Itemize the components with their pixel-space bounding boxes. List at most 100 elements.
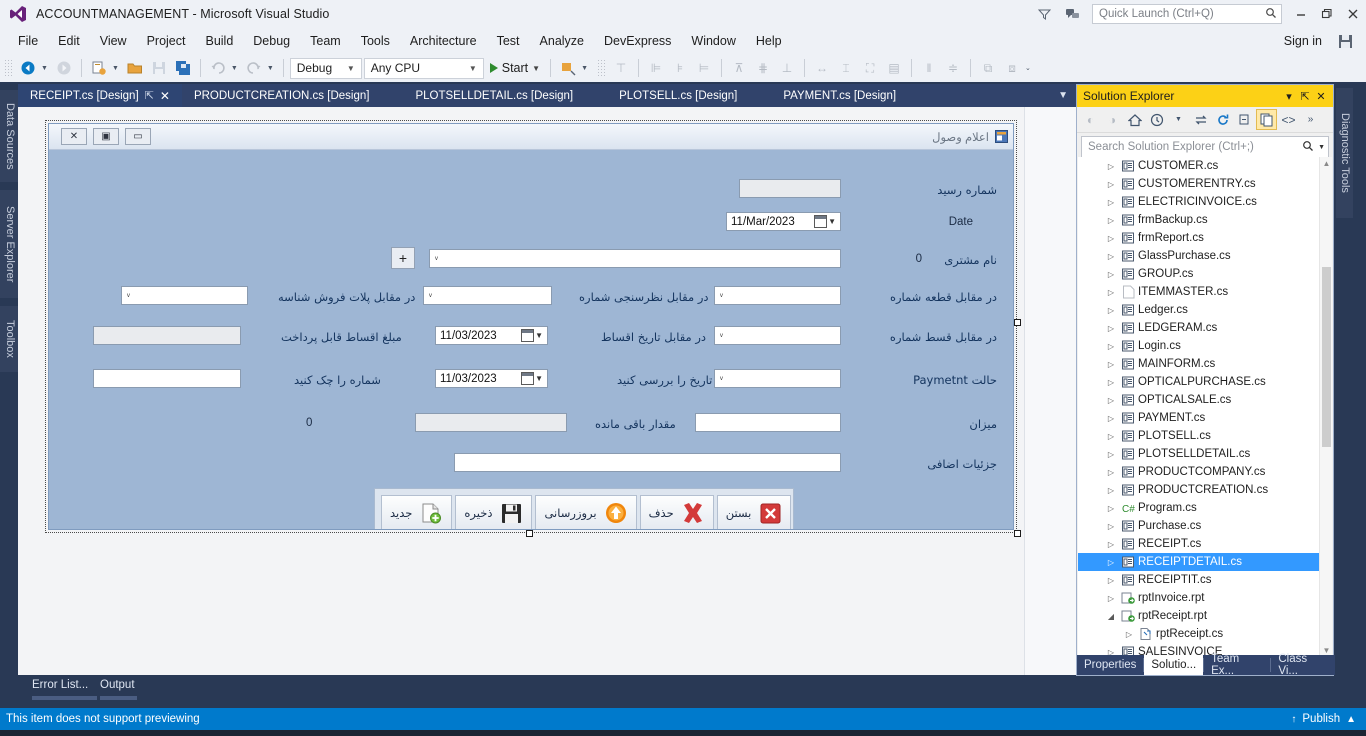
expander-collapsed-icon[interactable]: ▷ [1104, 162, 1118, 171]
input-installment-payable-amount[interactable] [93, 326, 241, 345]
tree-item[interactable]: ▷ PRODUCTCREATION.cs [1078, 481, 1332, 499]
input-extra-details[interactable] [454, 453, 841, 472]
tree-item[interactable]: ▷ Purchase.cs [1078, 517, 1332, 535]
input-remaining-amount[interactable] [415, 413, 567, 432]
document-tab-productcreation[interactable]: PRODUCTCREATION.cs [Design] [182, 84, 382, 107]
menu-item-edit[interactable]: Edit [48, 31, 90, 51]
view-code-icon[interactable]: <> [1278, 109, 1299, 130]
toolbar-grip[interactable] [4, 59, 12, 77]
tree-item[interactable]: ▷ ELECTRICINVOICE.cs [1078, 193, 1332, 211]
tree-item[interactable]: ▷ C# Program.cs [1078, 499, 1332, 517]
solution-explorer-search-input[interactable]: Search Solution Explorer (Ctrl+;) ▼ [1081, 136, 1329, 158]
align-bottoms-icon[interactable]: ⊥ [776, 57, 798, 79]
expander-collapsed-icon[interactable]: ▷ [1104, 234, 1118, 243]
expander-collapsed-icon[interactable]: ▷ [1104, 378, 1118, 387]
resize-handle-corner[interactable] [1014, 530, 1021, 537]
bring-to-front-icon[interactable]: ⧉ [977, 57, 999, 79]
solution-explorer-tree[interactable]: ▷ CUSTOMER.cs ▷ CUSTOMERENTRY.cs ▷ ELECTRICIN… [1078, 157, 1332, 657]
undo-dropdown-icon[interactable]: ▼ [231, 65, 241, 72]
undo-icon[interactable] [207, 57, 229, 79]
redo-icon[interactable] [243, 57, 265, 79]
sign-in-link[interactable]: Sign in [1284, 34, 1334, 48]
tree-item[interactable]: ▷ frmBackup.cs [1078, 211, 1332, 229]
back-icon[interactable]: ◐ [1080, 109, 1101, 130]
menu-item-debug[interactable]: Debug [243, 31, 300, 51]
redo-dropdown-icon[interactable]: ▼ [267, 65, 277, 72]
sync-with-active-document-icon[interactable] [1190, 109, 1211, 130]
save-icon[interactable] [148, 57, 170, 79]
forward-icon[interactable]: ◑ [1102, 109, 1123, 130]
new-project-dropdown-icon[interactable]: ▼ [112, 65, 122, 72]
combobox-against-plot-number[interactable]: ᵛ [714, 286, 841, 305]
menu-item-devexpress[interactable]: DevExpress [594, 31, 681, 51]
layout-toolbar-grip[interactable] [597, 59, 606, 77]
expander-collapsed-icon[interactable]: ▷ [1122, 630, 1136, 639]
button-update[interactable]: بروزرسانی [535, 495, 637, 529]
caret-up-icon[interactable]: ▲ [1346, 714, 1356, 725]
tree-scrollbar[interactable]: ▲ ▼ [1319, 157, 1332, 657]
expander-collapsed-icon[interactable]: ▷ [1104, 540, 1118, 549]
expander-collapsed-icon[interactable]: ▷ [1104, 504, 1118, 513]
menu-item-help[interactable]: Help [746, 31, 792, 51]
menu-item-file[interactable]: File [8, 31, 48, 51]
tree-item[interactable]: ▷ PLOTSELL.cs [1078, 427, 1332, 445]
close-icon[interactable]: ✕ [160, 89, 170, 103]
scroll-up-arrow-icon[interactable]: ▲ [1320, 157, 1333, 170]
form-minimize-box[interactable]: ▭ [125, 128, 151, 145]
expander-collapsed-icon[interactable]: ▷ [1104, 198, 1118, 207]
add-customer-button[interactable]: + [391, 247, 415, 269]
expander-collapsed-icon[interactable]: ▷ [1104, 558, 1118, 567]
menu-item-tools[interactable]: Tools [351, 31, 400, 51]
tree-item[interactable]: ▷ GROUP.cs [1078, 265, 1332, 283]
expander-collapsed-icon[interactable]: ▷ [1104, 414, 1118, 423]
tree-item[interactable]: ▷ Login.cs [1078, 337, 1332, 355]
tab-solution-explorer[interactable]: Solutio... [1144, 655, 1204, 675]
collapse-all-icon[interactable] [1234, 109, 1255, 130]
tabstrip-overflow-button[interactable]: ▼ [1058, 84, 1076, 107]
button-close[interactable]: بستن [716, 495, 792, 529]
input-amount[interactable] [695, 413, 841, 432]
align-to-grid-icon[interactable]: ⊤ [610, 57, 632, 79]
toolbar-overflow-icon[interactable]: ⌄ [1025, 64, 1034, 72]
expander-collapsed-icon[interactable]: ▷ [1104, 270, 1118, 279]
navigate-back-dropdown-icon[interactable]: ▼ [41, 65, 51, 72]
expander-expanded-icon[interactable]: ◢ [1104, 612, 1118, 621]
pin-icon[interactable]: ⇱ [1297, 87, 1313, 105]
tree-item[interactable]: ◢ rptReceipt.rpt [1078, 607, 1332, 625]
resize-handle-right[interactable] [1014, 319, 1021, 326]
pending-changes-dropdown-icon[interactable]: ▼ [1168, 109, 1189, 130]
refresh-icon[interactable] [1212, 109, 1233, 130]
make-same-size-icon[interactable]: ⛶ [859, 57, 881, 79]
menu-item-team[interactable]: Team [300, 31, 351, 51]
menu-item-build[interactable]: Build [195, 31, 243, 51]
sidebar-tab-server-explorer[interactable]: Server Explorer [0, 190, 18, 298]
tree-item[interactable]: ▷ GlassPurchase.cs [1078, 247, 1332, 265]
document-tab-receipt[interactable]: RECEIPT.cs [Design] ⇱ ✕ [18, 84, 182, 107]
expander-collapsed-icon[interactable]: ▷ [1104, 360, 1118, 369]
expander-collapsed-icon[interactable]: ▷ [1104, 342, 1118, 351]
new-project-icon[interactable] [88, 57, 110, 79]
combobox-against-plot-sale-id[interactable]: ᵛ [121, 286, 248, 305]
tab-team-explorer[interactable]: Team Ex... [1204, 653, 1270, 677]
datepicker-date[interactable]: 11/Mar/2023 ▼ [726, 212, 841, 231]
menu-item-project[interactable]: Project [137, 31, 196, 51]
tree-item[interactable]: ▷ RECEIPT.cs [1078, 535, 1332, 553]
expander-collapsed-icon[interactable]: ▷ [1104, 576, 1118, 585]
combobox-against-survey-number[interactable]: ᵛ [423, 286, 552, 305]
quick-launch-input[interactable]: Quick Launch (Ctrl+Q) [1092, 4, 1282, 24]
expander-collapsed-icon[interactable]: ▷ [1104, 396, 1118, 405]
expander-collapsed-icon[interactable]: ▷ [1104, 450, 1118, 459]
align-tops-icon[interactable]: ⊼ [728, 57, 750, 79]
minimize-button[interactable] [1288, 0, 1314, 28]
tab-properties[interactable]: Properties [1077, 655, 1143, 675]
resize-handle-bottom[interactable] [526, 530, 533, 537]
size-to-grid-icon[interactable]: ▤ [883, 57, 905, 79]
datepicker-against-installment-date[interactable]: 11/03/2023 ▼ [435, 326, 548, 345]
menu-item-view[interactable]: View [90, 31, 137, 51]
button-save[interactable]: ذخیره [455, 495, 533, 529]
restore-button[interactable] [1314, 0, 1340, 28]
expander-collapsed-icon[interactable]: ▷ [1104, 216, 1118, 225]
sidebar-tab-data-sources[interactable]: Data Sources [0, 90, 18, 182]
pin-icon[interactable]: ⇱ [145, 89, 154, 102]
input-check-number[interactable] [93, 369, 241, 388]
